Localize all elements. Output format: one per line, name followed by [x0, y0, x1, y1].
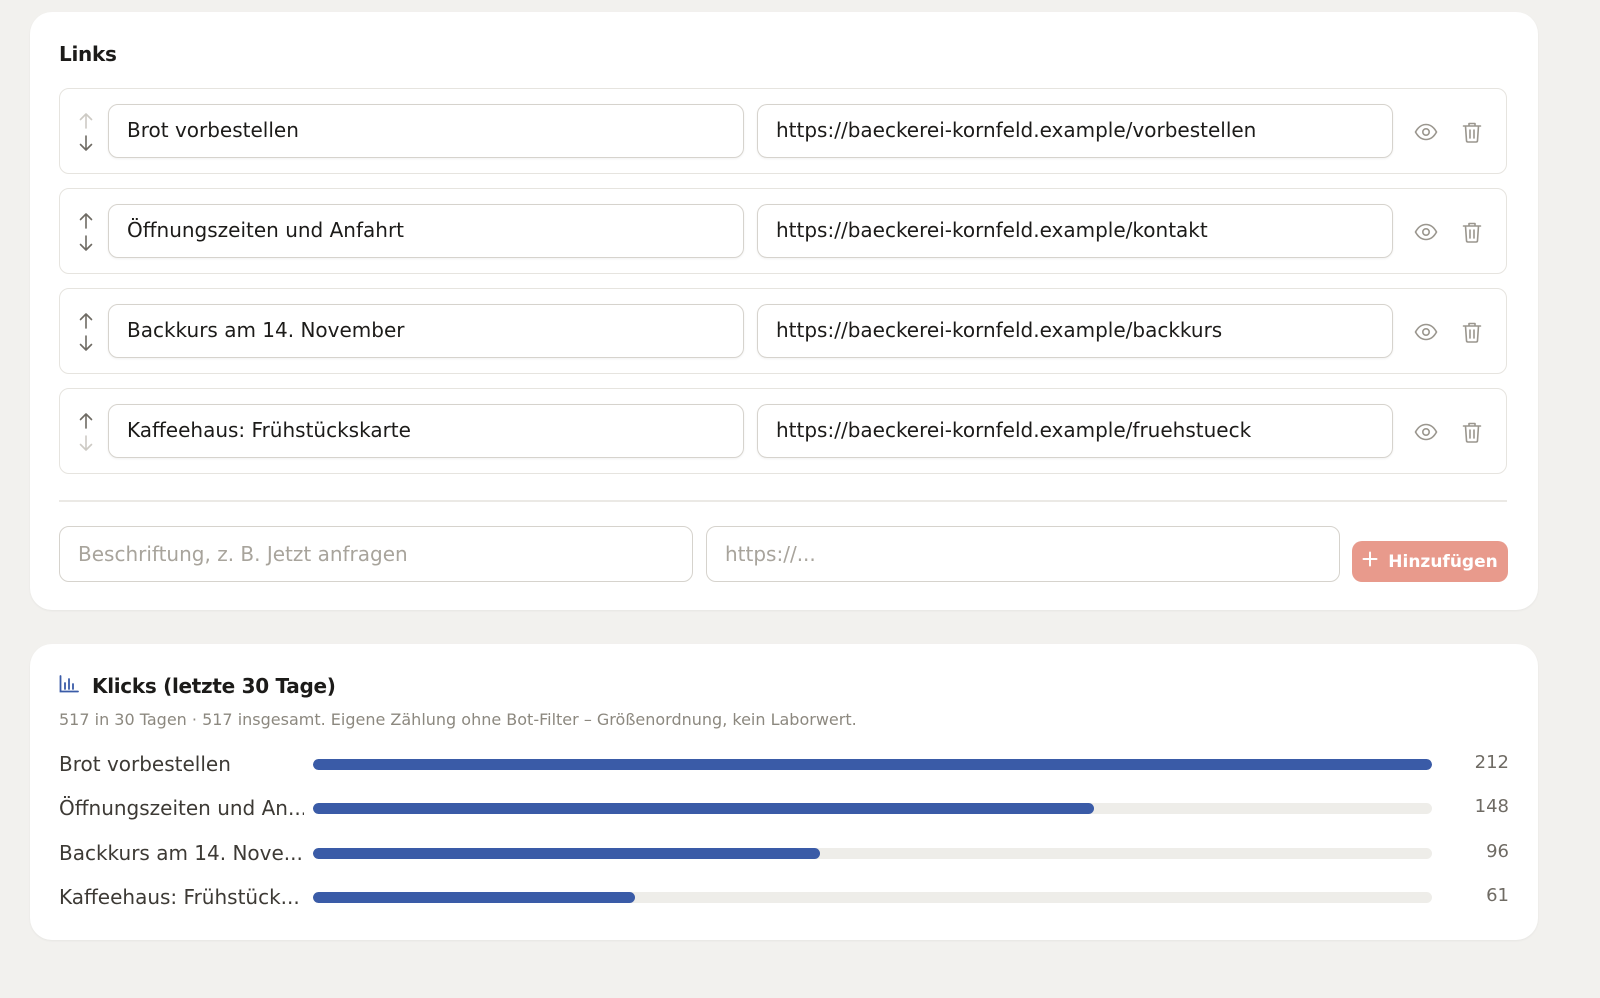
chart-bar-track: [313, 759, 1432, 770]
chart-bar-row: Brot vorbestellen 212: [59, 749, 1509, 779]
chart-bar: [313, 847, 820, 859]
reorder-arrows: [76, 212, 96, 252]
chart-bar-track: [313, 891, 1432, 903]
eye-icon[interactable]: [1413, 419, 1439, 445]
chart-bar-label: Kaffeehaus: Frühstück...: [59, 884, 300, 909]
chart-bar-track: [313, 847, 1432, 859]
bar-chart-icon: [59, 674, 79, 698]
link-url-input[interactable]: https://baeckerei-kornfeld.example/vorbe…: [757, 104, 1393, 158]
trash-icon[interactable]: [1459, 319, 1485, 345]
link-row: Kaffeehaus: Frühstückskarte https://baec…: [59, 388, 1507, 474]
eye-icon[interactable]: [1413, 219, 1439, 245]
trash-icon[interactable]: [1459, 119, 1485, 145]
chart-bar-row: Kaffeehaus: Frühstück... 61: [59, 882, 1509, 912]
trash-icon[interactable]: [1459, 219, 1485, 245]
chart-bar-row: Backkurs am 14. Nove... 96: [59, 838, 1509, 868]
eye-icon[interactable]: [1413, 319, 1439, 345]
chart-bar-label: Öffnungszeiten und An...: [59, 796, 304, 821]
link-url-input[interactable]: https://baeckerei-kornfeld.example/backk…: [757, 304, 1393, 358]
chart-bar-value: 148: [1474, 796, 1509, 818]
add-link-button[interactable]: Hinzufügen: [1352, 541, 1508, 582]
link-row: Backkurs am 14. November https://baecker…: [59, 288, 1507, 374]
link-label-input[interactable]: Brot vorbestellen: [108, 104, 744, 158]
add-link-button-label: Hinzufügen: [1388, 551, 1498, 572]
link-url-input[interactable]: https://baeckerei-kornfeld.example/konta…: [757, 204, 1393, 258]
reorder-arrows: [76, 112, 96, 152]
link-url-input[interactable]: https://baeckerei-kornfeld.example/frueh…: [757, 404, 1393, 458]
chart-bar-row: Öffnungszeiten und An... 148: [59, 793, 1509, 823]
new-link-url-input[interactable]: [706, 526, 1340, 582]
chart-bar-label: Backkurs am 14. Nove...: [59, 840, 303, 865]
stats-title: Klicks (letzte 30 Tage): [92, 674, 336, 698]
link-row: Öffnungszeiten und Anfahrt https://baeck…: [59, 188, 1507, 274]
links-card: Links Brot vorbestellen https://baeckere…: [30, 12, 1538, 610]
chart-bar-track: [313, 803, 1432, 815]
chart-bar-value: 96: [1486, 840, 1509, 862]
new-link-label-input[interactable]: [59, 526, 693, 582]
link-label-input[interactable]: Kaffeehaus: Frühstückskarte: [108, 404, 744, 458]
link-label-input[interactable]: Öffnungszeiten und Anfahrt: [108, 204, 744, 258]
reorder-arrows: [76, 312, 96, 352]
chart-bar-value: 61: [1486, 884, 1509, 906]
stats-subtitle: 517 in 30 Tagen · 517 insgesamt. Eigene …: [59, 710, 857, 729]
chart-bar-label: Brot vorbestellen: [59, 752, 231, 776]
link-label-input[interactable]: Backkurs am 14. November: [108, 304, 744, 358]
eye-icon[interactable]: [1413, 119, 1439, 145]
link-row: Brot vorbestellen https://baeckerei-korn…: [59, 88, 1507, 174]
links-section-title: Links: [59, 42, 117, 66]
stats-header: Klicks (letzte 30 Tage): [59, 674, 336, 698]
plus-icon: [1362, 551, 1378, 572]
chart-bar-value: 212: [1474, 752, 1509, 773]
trash-icon[interactable]: [1459, 419, 1485, 445]
click-stats-card: Klicks (letzte 30 Tage) 517 in 30 Tagen …: [30, 644, 1538, 940]
reorder-arrows: [76, 412, 96, 452]
chart-bar: [313, 759, 1432, 770]
chart-bar: [313, 803, 1095, 815]
chart-bar: [313, 891, 635, 903]
divider: [59, 500, 1507, 502]
